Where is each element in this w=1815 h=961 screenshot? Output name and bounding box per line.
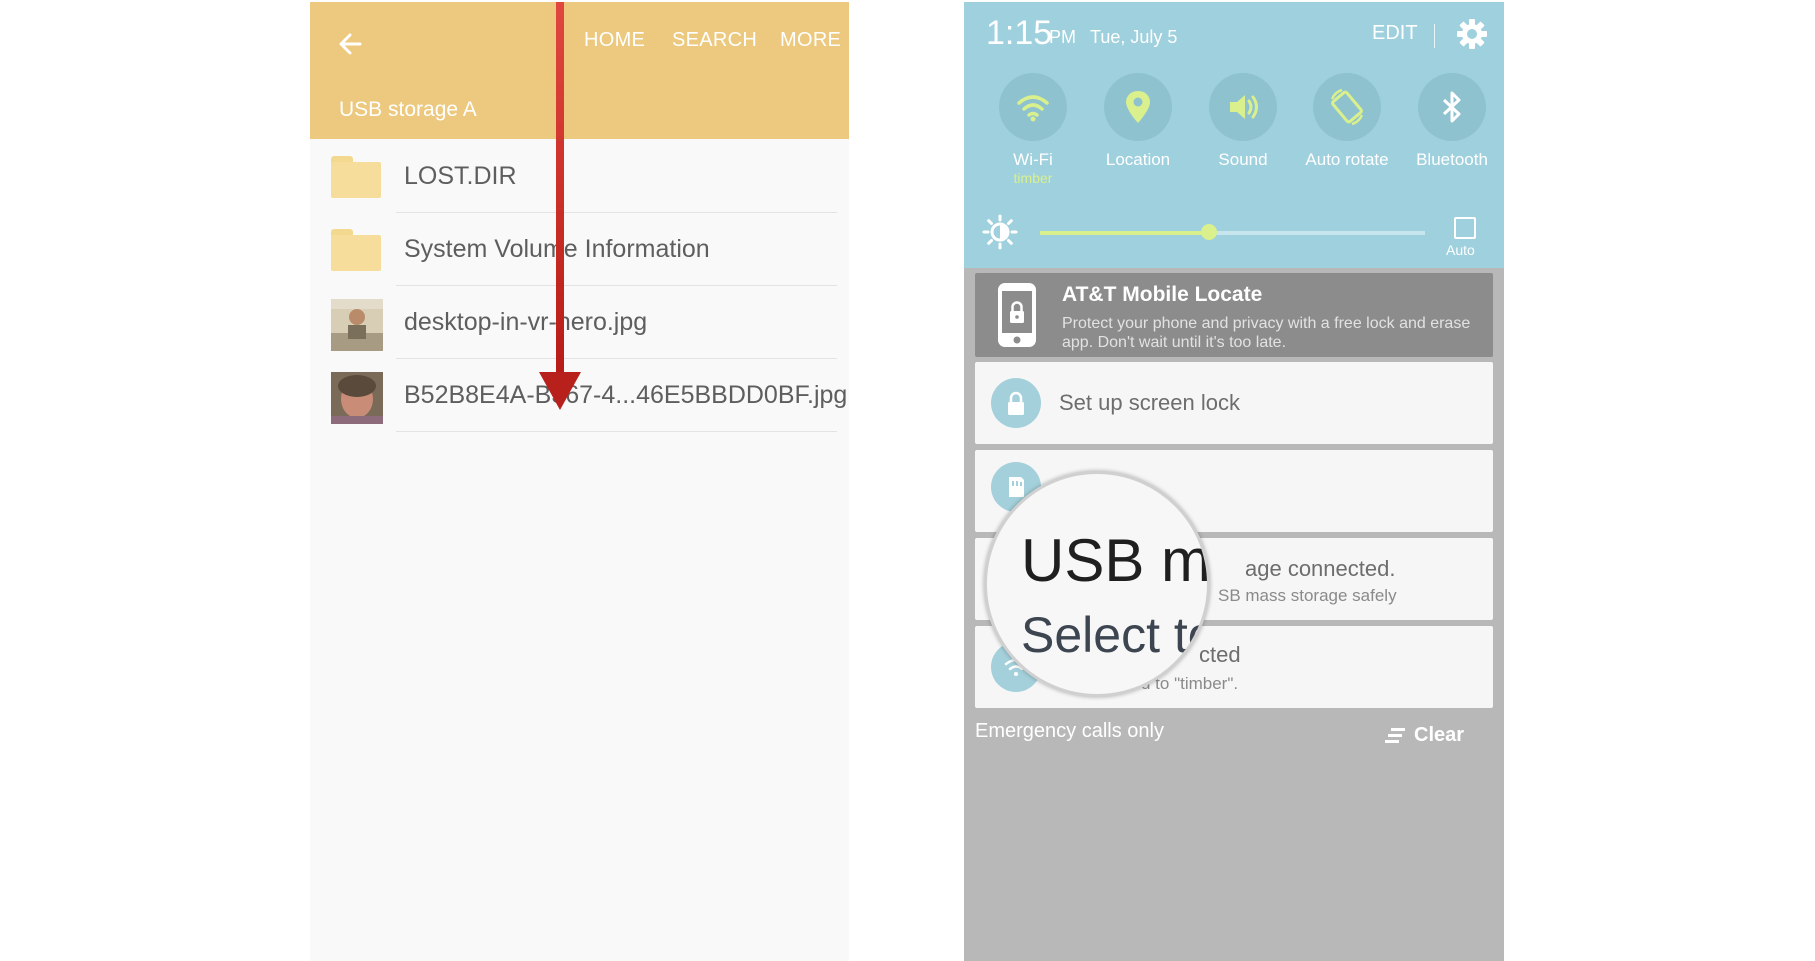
notification-text: SB mass storage safely [1218, 586, 1397, 605]
quick-settings-panel: 1:15 PM Tue, July 5 EDIT Wi-Fi timber Lo… [964, 2, 1504, 268]
notification-title: Set up screen lock [1059, 390, 1240, 415]
notification-att[interactable]: AT&T Mobile Locate Protect your phone an… [975, 273, 1493, 357]
lock-icon [991, 378, 1041, 428]
clock-ampm: PM [1049, 27, 1076, 47]
phone-lock-icon [995, 281, 1039, 354]
tile-sound[interactable]: Sound [1193, 73, 1293, 170]
emergency-calls-label: Emergency calls only [975, 720, 1164, 742]
swipe-down-arrow-icon [539, 2, 581, 410]
speaker-icon [1209, 73, 1277, 141]
notification-text: Protect your phone and privacy with a fr… [1062, 315, 1471, 351]
brightness-fill [1040, 231, 1209, 235]
tile-sublabel: timber [1013, 170, 1053, 186]
file-manager-screen: HOME SEARCH MORE USB storage A LOST.DIR … [310, 2, 849, 961]
divider [1434, 24, 1435, 48]
clear-button[interactable]: Clear [1414, 724, 1464, 747]
tile-label: Sound [1218, 150, 1268, 169]
magnified-title: USB m [1021, 527, 1210, 594]
gear-icon[interactable] [1454, 16, 1490, 52]
clock-time: 1:15 [986, 14, 1053, 52]
notification-title: AT&T Mobile Locate [1062, 283, 1263, 306]
tile-wifi[interactable]: Wi-Fi timber [983, 73, 1083, 186]
notification-screen-lock[interactable]: Set up screen lock [975, 362, 1493, 444]
tile-label: Wi-Fi [1013, 150, 1053, 169]
notification-title: age connected. [1245, 556, 1396, 581]
brightness-handle[interactable] [1201, 224, 1217, 240]
magnifier-callout: USB m Select to [984, 471, 1210, 697]
tile-auto-rotate[interactable]: Auto rotate [1297, 73, 1397, 170]
tile-label: Auto rotate [1305, 150, 1389, 169]
auto-brightness-label: Auto [1446, 242, 1475, 258]
brightness-icon [982, 214, 1018, 250]
location-pin-icon [1104, 73, 1172, 141]
tile-location[interactable]: Location [1088, 73, 1188, 170]
edit-button[interactable]: EDIT [1372, 22, 1418, 45]
rotate-icon [1313, 73, 1381, 141]
tile-label: Location [1105, 150, 1171, 169]
clear-all-icon[interactable] [1385, 728, 1405, 744]
tile-bluetooth[interactable]: Bluetooth [1402, 73, 1502, 170]
bluetooth-icon [1418, 73, 1486, 141]
status-date: Tue, July 5 [1090, 27, 1178, 47]
notification-shade: 1:15 PM Tue, July 5 EDIT Wi-Fi timber Lo… [964, 2, 1504, 961]
auto-brightness-checkbox[interactable] [1454, 217, 1476, 239]
tile-label: Bluetooth [1416, 150, 1488, 169]
magnified-subtitle: Select to [1021, 607, 1210, 663]
wifi-icon [999, 73, 1067, 141]
